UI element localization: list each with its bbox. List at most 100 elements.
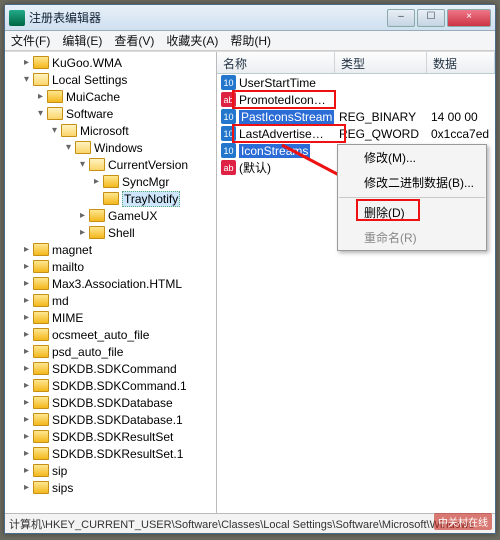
list-rows[interactable]: 10UserStartTimeabPromotedIcon…10PastIcon… — [217, 74, 495, 513]
twisty-none — [91, 193, 102, 204]
tree-label: magnet — [52, 243, 92, 257]
menu-favorites[interactable]: 收藏夹(A) — [166, 32, 218, 49]
tree-label: Software — [66, 107, 113, 121]
folder-icon — [33, 447, 49, 460]
value-name: LastAdvertise… — [239, 127, 324, 141]
tree-item[interactable]: ▸Shell — [7, 224, 216, 241]
col-name[interactable]: 名称 — [217, 52, 335, 73]
expand-icon[interactable]: ▸ — [21, 312, 32, 323]
expand-icon[interactable]: ▸ — [21, 346, 32, 357]
folder-icon — [33, 396, 49, 409]
collapse-icon[interactable]: ▾ — [49, 125, 60, 136]
tree-item[interactable]: ▸SDKDB.SDKCommand.1 — [7, 377, 216, 394]
string-icon: ab — [221, 160, 236, 175]
tree-item[interactable]: ▸SDKDB.SDKCommand — [7, 360, 216, 377]
value-row[interactable]: 10PastIconsStreamREG_BINARY14 00 00 — [217, 108, 495, 125]
folder-icon — [61, 124, 77, 137]
expand-icon[interactable]: ▸ — [21, 278, 32, 289]
tree-item[interactable]: ▸SDKDB.SDKDatabase — [7, 394, 216, 411]
value-row[interactable]: abPromotedIcon… — [217, 91, 495, 108]
expand-icon[interactable]: ▸ — [21, 482, 32, 493]
tree-item[interactable]: ▸SDKDB.SDKResultSet — [7, 428, 216, 445]
value-row[interactable]: 10LastAdvertise…REG_QWORD0x1cca7ed — [217, 125, 495, 142]
menu-delete[interactable]: 删除(D) — [338, 200, 486, 225]
tree-item[interactable]: ▸KuGoo.WMA — [7, 54, 216, 71]
tree-label: mailto — [52, 260, 84, 274]
tree-item[interactable]: ▸MIME — [7, 309, 216, 326]
folder-icon — [103, 175, 119, 188]
expand-icon[interactable]: ▸ — [77, 227, 88, 238]
expand-icon[interactable]: ▸ — [21, 380, 32, 391]
tree-label: CurrentVersion — [108, 158, 188, 172]
tree-item[interactable]: TrayNotify — [7, 190, 216, 207]
tree-item[interactable]: ▾ CurrentVersion — [7, 156, 216, 173]
tree-item[interactable]: ▸sip — [7, 462, 216, 479]
menu-rename[interactable]: 重命名(R) — [338, 225, 486, 250]
expand-icon[interactable]: ▸ — [21, 431, 32, 442]
expand-icon[interactable]: ▸ — [21, 448, 32, 459]
collapse-icon[interactable]: ▾ — [35, 108, 46, 119]
expand-icon[interactable]: ▸ — [77, 210, 88, 221]
expand-icon[interactable]: ▸ — [21, 465, 32, 476]
tree-item[interactable]: ▾Microsoft — [7, 122, 216, 139]
value-name: (默认) — [239, 159, 271, 176]
tree-item[interactable]: ▸SDKDB.SDKResultSet.1 — [7, 445, 216, 462]
collapse-icon[interactable]: ▾ — [21, 74, 32, 85]
tree-item[interactable]: ▸ ocsmeet_auto_file — [7, 326, 216, 343]
expand-icon[interactable]: ▸ — [21, 261, 32, 272]
window-buttons: – ☐ × — [385, 9, 491, 27]
value-row[interactable]: 10UserStartTime — [217, 74, 495, 91]
menu-help[interactable]: 帮助(H) — [230, 32, 271, 49]
tree-label: sips — [52, 481, 73, 495]
folder-icon — [33, 481, 49, 494]
tree-item[interactable]: ▸ sips — [7, 479, 216, 496]
col-type[interactable]: 类型 — [335, 52, 427, 73]
tree-item[interactable]: ▾Local Settings — [7, 71, 216, 88]
folder-icon — [33, 328, 49, 341]
list-header[interactable]: 名称 类型 数据 — [217, 52, 495, 74]
expand-icon[interactable]: ▸ — [91, 176, 102, 187]
folder-icon — [89, 226, 105, 239]
tree-label: md — [52, 294, 69, 308]
tree-item[interactable]: ▸ mailto — [7, 258, 216, 275]
tree-panel[interactable]: ▸KuGoo.WMA▾Local Settings▸MuiCache ▾ Softw… — [5, 52, 217, 513]
expand-icon[interactable]: ▸ — [21, 57, 32, 68]
expand-icon[interactable]: ▸ — [21, 363, 32, 374]
menu-modify-binary[interactable]: 修改二进制数据(B)... — [338, 170, 486, 195]
tree-label: ocsmeet_auto_file — [52, 328, 149, 342]
tree-item[interactable]: ▸GameUX — [7, 207, 216, 224]
maximize-button[interactable]: ☐ — [417, 9, 445, 27]
menu-modify[interactable]: 修改(M)... — [338, 145, 486, 170]
folder-icon — [33, 311, 49, 324]
tree-item[interactable]: ▸SDKDB.SDKDatabase.1 — [7, 411, 216, 428]
titlebar[interactable]: 注册表编辑器 – ☐ × — [5, 5, 495, 31]
tree-item[interactable]: ▾Windows — [7, 139, 216, 156]
binary-icon: 10 — [221, 126, 236, 141]
tree-label: SyncMgr — [122, 175, 169, 189]
tree-item[interactable]: ▸ md — [7, 292, 216, 309]
tree-item[interactable]: ▸ psd_auto_file — [7, 343, 216, 360]
collapse-icon[interactable]: ▾ — [77, 159, 88, 170]
minimize-button[interactable]: – — [387, 9, 415, 27]
col-data[interactable]: 数据 — [427, 52, 495, 73]
expand-icon[interactable]: ▸ — [21, 397, 32, 408]
expand-icon[interactable]: ▸ — [21, 295, 32, 306]
tree-item[interactable]: ▸MuiCache — [7, 88, 216, 105]
folder-icon — [103, 192, 119, 205]
tree-item[interactable]: ▸ SyncMgr — [7, 173, 216, 190]
collapse-icon[interactable]: ▾ — [63, 142, 74, 153]
expand-icon[interactable]: ▸ — [21, 414, 32, 425]
context-menu: 修改(M)... 修改二进制数据(B)... 删除(D) 重命名(R) — [337, 144, 487, 251]
folder-icon — [33, 345, 49, 358]
expand-icon[interactable]: ▸ — [21, 329, 32, 340]
menu-view[interactable]: 查看(V) — [114, 32, 154, 49]
tree-item[interactable]: ▸Max3.Association.HTML — [7, 275, 216, 292]
tree-label: psd_auto_file — [52, 345, 123, 359]
menu-file[interactable]: 文件(F) — [11, 32, 50, 49]
tree-item[interactable]: ▸ magnet — [7, 241, 216, 258]
expand-icon[interactable]: ▸ — [35, 91, 46, 102]
menu-edit[interactable]: 编辑(E) — [62, 32, 102, 49]
tree-item[interactable]: ▾ Software — [7, 105, 216, 122]
close-button[interactable]: × — [447, 9, 491, 27]
expand-icon[interactable]: ▸ — [21, 244, 32, 255]
